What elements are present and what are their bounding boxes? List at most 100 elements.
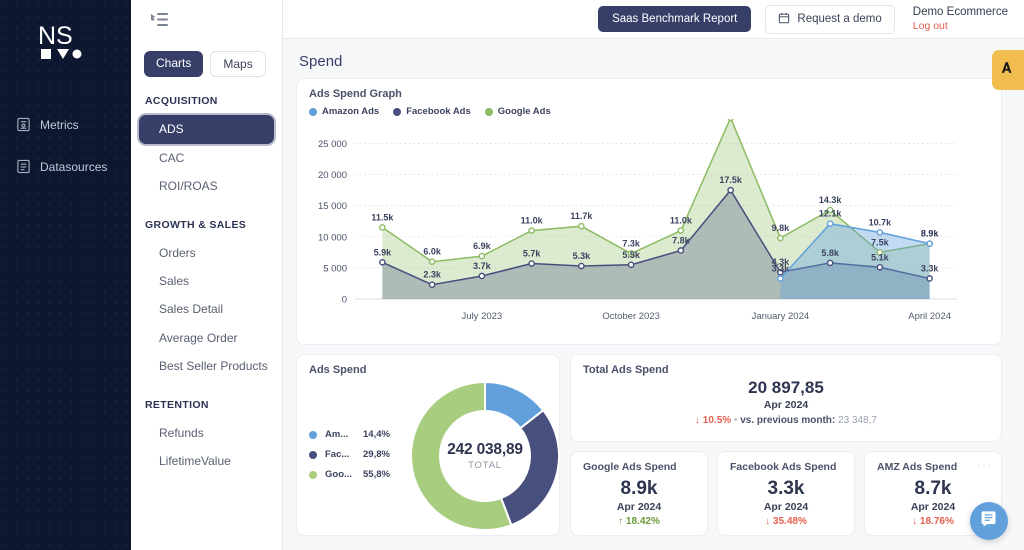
donut-legend-item[interactable]: Fac... 29,8% [309,449,390,460]
delta-value: 18.42% [626,516,660,527]
secondary-sidebar: Charts Maps ACQUISITION ADS CAC ROI/ROAS… [131,0,283,550]
logout-link[interactable]: Log out [913,20,1008,33]
svg-text:3.3k: 3.3k [772,263,791,273]
legend-dot-facebook [309,451,317,459]
legend-label: Facebook Ads [406,106,471,117]
sidebar-item-sales[interactable]: Sales [131,267,282,295]
kpi-period: Apr 2024 [718,501,854,513]
svg-text:8.9k: 8.9k [921,229,940,239]
datasources-icon [16,159,31,174]
donut-legend-item[interactable]: Goo... 55,8% [309,469,390,480]
svg-text:11.7k: 11.7k [570,211,593,221]
donut-total-caption: TOTAL [468,460,502,471]
kpi-value: 8.7k [865,478,1001,500]
sidebar-item-cac[interactable]: CAC [131,144,282,172]
svg-text:9.8k: 9.8k [772,223,791,233]
svg-text:5 000: 5 000 [323,263,347,274]
kpi-period: Apr 2024 [571,501,707,513]
comparison-label: vs. previous month: [740,415,835,426]
chat-fab-button[interactable] [970,502,1008,540]
svg-text:5.8k: 5.8k [821,248,840,258]
sidebar-item-lifetimevalue[interactable]: LifetimeValue [131,447,282,475]
separator-dot: • [734,415,738,426]
kpi-card-facebook-ads-spend: Facebook Ads Spend 3.3k Apr 2024 ↓ 35.48… [717,451,855,536]
svg-text:3.7k: 3.7k [473,261,492,271]
svg-text:15 000: 15 000 [318,201,347,212]
donut-total-value: 242 038,89 [447,441,523,459]
legend-label: Amazon Ads [322,106,379,117]
delta-arrow-icon: ↑ [618,516,623,527]
main-region: Saas Benchmark Report Request a demo Dem… [283,0,1024,550]
sidebar-item-metrics[interactable]: Metrics [0,110,131,139]
delta-arrow-icon: ↓ [912,516,917,527]
sidebar-item-label: Metrics [40,118,79,132]
kpi-title: Google Ads Spend [571,452,707,473]
kpi-card-google-ads-spend: Google Ads Spend 8.9k Apr 2024 ↑ 18.42% [570,451,708,536]
request-a-demo-button[interactable]: Request a demo [765,5,894,34]
anthropic-logo-icon [1001,60,1016,80]
legend-item-facebook-ads[interactable]: Facebook Ads [393,106,471,117]
account-name: Demo Ecommerce [913,5,1008,19]
svg-text:0: 0 [342,295,347,306]
svg-text:14.3k: 14.3k [819,195,843,205]
sidebar-item-refunds[interactable]: Refunds [131,419,282,447]
kpi-overflow-menu-icon[interactable]: ··· [978,460,993,471]
saas-benchmark-report-button[interactable]: Saas Benchmark Report [598,6,751,32]
ads-spend-donut-card: Ads Spend Am... 14,4% Fac... 29,8% [296,354,560,536]
total-ads-spend-title: Total Ads Spend [571,355,1001,376]
delta-arrow-icon: ↓ [695,415,700,426]
chart-plot-area: 05 00010 00015 00020 00025 00011.5k6.0k6… [297,119,1001,331]
ads-spend-graph-card: Ads Spend Graph Amazon Ads Facebook Ads … [296,78,1002,345]
donut-legend-label: Goo... [325,469,355,480]
svg-text:3.3k: 3.3k [921,263,940,273]
svg-text:5.7k: 5.7k [523,249,542,259]
sidebar-item-datasources[interactable]: Datasources [0,152,131,181]
donut-legend-pct: 14,4% [363,429,390,440]
lower-row: Ads Spend Am... 14,4% Fac... 29,8% [296,354,1002,536]
svg-text:7.8k: 7.8k [672,235,691,245]
svg-text:April 2024: April 2024 [908,311,951,322]
chat-document-icon [980,509,999,533]
anthropic-side-tab[interactable] [992,50,1024,90]
total-ads-spend-period: Apr 2024 [571,399,1001,411]
collapse-sidebar-icon[interactable] [151,12,169,28]
donut-legend-item[interactable]: Am... 14,4% [309,429,390,440]
svg-text:NS: NS [38,22,73,50]
svg-text:10.7k: 10.7k [869,217,893,227]
primary-nav: Metrics Datasources [0,110,131,181]
sidebar-item-ads[interactable]: ADS [139,115,274,143]
svg-text:5.9k: 5.9k [374,247,393,257]
sidebar-item-sales-detail[interactable]: Sales Detail [131,295,282,323]
sidebar-item-average-order[interactable]: Average Order [131,324,282,352]
svg-text:5.5k: 5.5k [622,250,641,260]
sidebar-item-best-seller-products[interactable]: Best Seller Products [131,352,282,380]
delta-value: 18.76% [920,516,954,527]
tab-charts[interactable]: Charts [144,51,203,77]
svg-text:25 000: 25 000 [318,139,347,150]
delta-value: 10.5% [703,415,731,426]
sidebar-item-orders[interactable]: Orders [131,239,282,267]
legend-dot-amazon [309,431,317,439]
content-area: Spend Ads Spend Graph Amazon Ads Faceboo… [283,39,1024,536]
tab-maps[interactable]: Maps [210,51,265,77]
kpi-value: 8.9k [571,478,707,500]
kpi-title: Facebook Ads Spend [718,452,854,473]
legend-dot-amazon [309,108,317,116]
app-root: NS Metrics [0,0,1024,550]
legend-item-amazon-ads[interactable]: Amazon Ads [309,106,379,117]
donut-legend-pct: 55,8% [363,469,390,480]
ads-spend-graph-title: Ads Spend Graph [297,79,1001,100]
svg-text:7.3k: 7.3k [622,239,641,249]
total-ads-spend-value: 20 897,85 [571,378,1001,398]
svg-text:6.0k: 6.0k [423,247,442,257]
legend-item-google-ads[interactable]: Google Ads [485,106,551,117]
group-title-growth-sales: GROWTH & SALES [131,201,282,239]
donut-legend-pct: 29,8% [363,449,390,460]
svg-text:6.9k: 6.9k [473,241,492,251]
sidebar-item-roi-roas[interactable]: ROI/ROAS [131,172,282,200]
group-title-retention: RETENTION [131,381,282,419]
view-toggle: Charts Maps [131,39,282,77]
calendar-icon [778,12,790,27]
svg-text:12.1k: 12.1k [819,209,843,219]
ns-logo: NS [0,0,131,62]
